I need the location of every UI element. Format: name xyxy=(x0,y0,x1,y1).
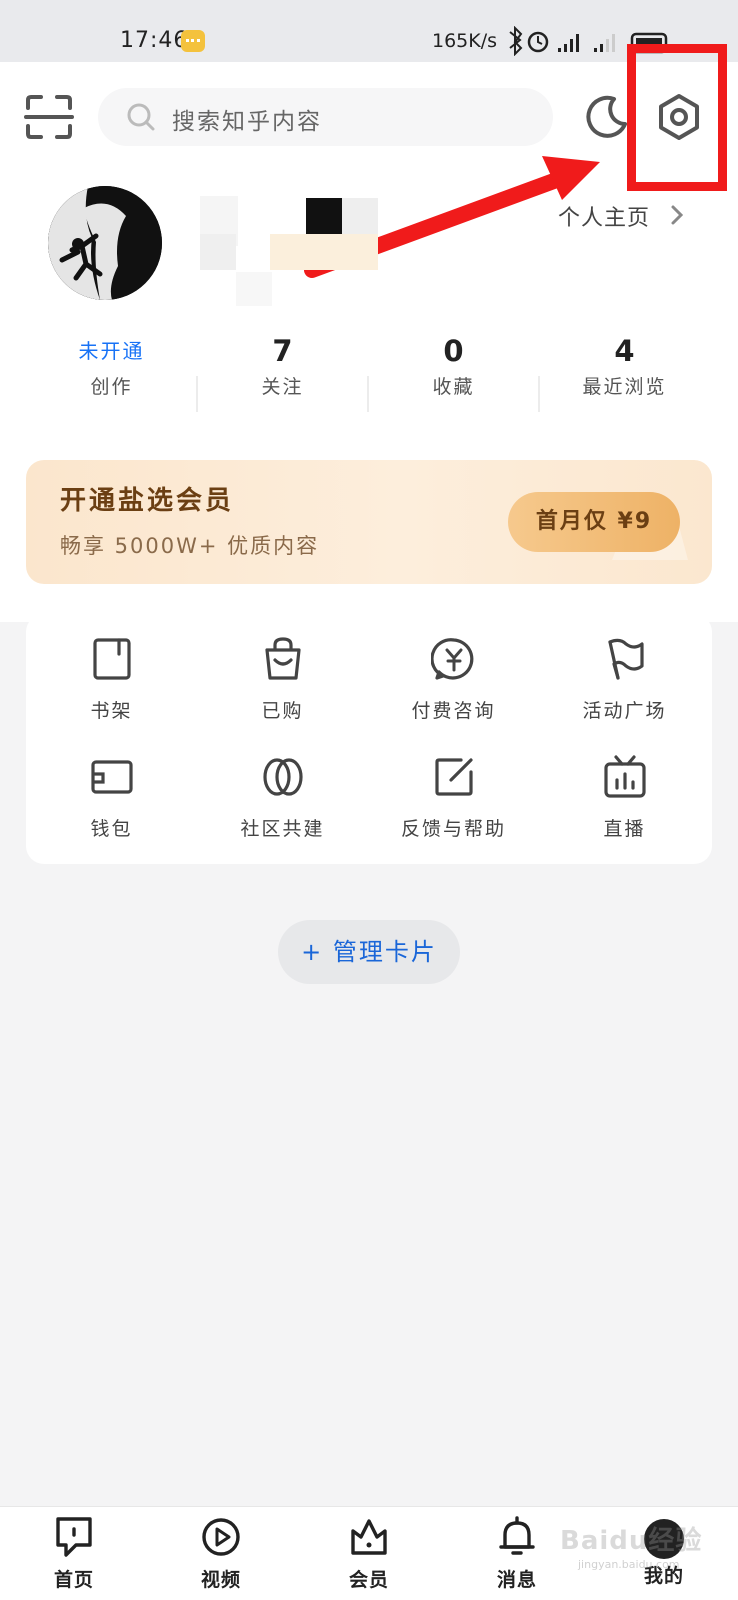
flag-icon xyxy=(607,638,644,680)
video-icon xyxy=(202,1518,240,1556)
vip-title: 开通盐选会员 xyxy=(60,486,235,516)
profile-home-link[interactable]: 个人主页 xyxy=(558,200,650,232)
tools-card: 书架 已购 付费咨询 活动广场 钱包 社区共建 反馈与帮助 直播 xyxy=(26,614,712,864)
search-icon xyxy=(127,103,155,131)
profile-stats: 未开通 创作 7 关注 0 收藏 4 最近浏览 xyxy=(26,332,712,412)
tool-label: 已购 xyxy=(261,700,304,722)
tab-label: 会员 xyxy=(348,1569,389,1591)
tool-feedback[interactable]: 反馈与帮助 xyxy=(368,732,539,842)
username-blurred xyxy=(270,234,378,270)
climber-silhouette-icon xyxy=(48,186,162,300)
stat-value: 0 xyxy=(443,334,464,368)
manage-cards-button[interactable]: + 管理卡片 xyxy=(278,920,460,984)
tool-label: 直播 xyxy=(603,818,646,840)
username-blurred xyxy=(306,198,342,234)
community-icon xyxy=(262,758,303,796)
tool-label: 付费咨询 xyxy=(411,700,496,722)
tool-label: 钱包 xyxy=(90,818,133,840)
network-speed: 165K/s xyxy=(432,30,498,52)
tool-label: 反馈与帮助 xyxy=(400,818,506,840)
tool-live[interactable]: 直播 xyxy=(539,732,710,842)
chevron-right-icon xyxy=(671,205,684,225)
stat-recent-views[interactable]: 4 最近浏览 xyxy=(539,332,710,399)
scan-icon[interactable] xyxy=(24,94,74,140)
stat-value: 7 xyxy=(272,334,293,368)
paid-consult-icon xyxy=(429,638,473,680)
vip-banner[interactable]: 开通盐选会员 畅享 5000W+ 优质内容 首月仅 ¥9 xyxy=(26,460,712,584)
crown-icon xyxy=(351,1519,387,1555)
tool-purchased[interactable]: 已购 xyxy=(197,614,368,724)
stat-label: 最近浏览 xyxy=(582,376,667,398)
stat-creation[interactable]: 未开通 创作 xyxy=(26,332,197,399)
tab-home[interactable]: 首页 xyxy=(0,1507,148,1600)
baidu-watermark: Baidu经验 xyxy=(560,1526,703,1556)
tab-video[interactable]: 视频 xyxy=(147,1507,295,1600)
stat-label: 关注 xyxy=(261,376,304,398)
annotation-highlight-box xyxy=(627,44,727,191)
avatar[interactable] xyxy=(48,186,162,300)
stat-favorites[interactable]: 0 收藏 xyxy=(368,332,539,399)
tool-paid-consult[interactable]: 付费咨询 xyxy=(368,614,539,724)
tool-label: 活动广场 xyxy=(582,700,667,722)
tool-activity-square[interactable]: 活动广场 xyxy=(539,614,710,724)
bookshelf-icon xyxy=(92,638,131,680)
tool-label: 社区共建 xyxy=(240,818,325,840)
baidu-watermark-url: jingyan.baidu.com xyxy=(578,1558,680,1571)
shopping-bag-icon xyxy=(264,637,301,680)
search-input[interactable]: 搜索知乎内容 xyxy=(98,88,553,146)
stat-label: 收藏 xyxy=(432,376,475,398)
tab-label: 首页 xyxy=(53,1569,94,1591)
tool-label: 书架 xyxy=(90,700,133,722)
feedback-icon xyxy=(434,758,473,796)
stat-label: 创作 xyxy=(90,376,133,398)
username-blurred xyxy=(342,198,378,234)
username-blurred xyxy=(236,272,272,306)
home-icon xyxy=(56,1517,92,1557)
tab-label: 消息 xyxy=(496,1569,537,1591)
bell-icon xyxy=(499,1516,535,1555)
stat-value: 未开通 xyxy=(78,339,145,363)
tab-member[interactable]: 会员 xyxy=(295,1507,443,1600)
tab-label: 视频 xyxy=(200,1569,241,1591)
message-notification-icon xyxy=(181,30,205,52)
status-time: 17:46 xyxy=(120,28,189,53)
vip-subscribe-button[interactable]: 首月仅 ¥9 xyxy=(508,492,680,552)
dark-mode-moon-icon[interactable] xyxy=(584,94,630,140)
live-tv-icon xyxy=(603,755,646,798)
stat-value: 4 xyxy=(614,334,635,368)
username-blurred xyxy=(200,234,236,270)
tool-community[interactable]: 社区共建 xyxy=(197,732,368,842)
tool-wallet[interactable]: 钱包 xyxy=(26,732,197,842)
tool-bookshelf[interactable]: 书架 xyxy=(26,614,197,724)
stat-following[interactable]: 7 关注 xyxy=(197,332,368,399)
wallet-icon xyxy=(90,760,133,794)
vip-subtitle: 畅享 5000W+ 优质内容 xyxy=(60,534,320,558)
search-placeholder: 搜索知乎内容 xyxy=(172,109,322,135)
